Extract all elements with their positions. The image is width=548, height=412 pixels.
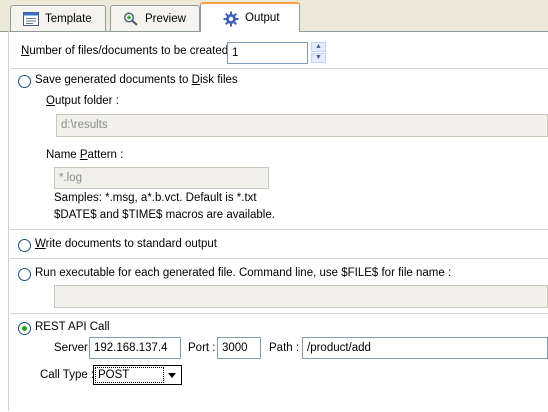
macros-hint: $DATE$ and $TIME$ macros are available. bbox=[54, 209, 275, 221]
chevron-down-icon[interactable] bbox=[164, 367, 180, 383]
stdout-radio[interactable] bbox=[18, 239, 31, 252]
spin-up-button[interactable]: ▲ bbox=[311, 42, 326, 52]
stdout-label[interactable]: Write documents to standard output bbox=[35, 238, 217, 250]
magnifier-icon bbox=[123, 11, 139, 26]
spin-down-button[interactable]: ▼ bbox=[311, 53, 326, 63]
call-type-label: Call Type : bbox=[40, 369, 95, 381]
tab-preview-label: Preview bbox=[145, 12, 186, 25]
tab-output[interactable]: Output bbox=[200, 2, 300, 32]
name-pattern-label: Name Pattern : bbox=[46, 149, 124, 161]
port-label: Port : bbox=[188, 342, 216, 354]
name-pattern-input[interactable]: *.log bbox=[54, 167, 269, 189]
rest-api-label[interactable]: REST API Call bbox=[35, 321, 110, 333]
pattern-samples-hint: Samples: *.msg, a*.b.vct. Default is *.t… bbox=[54, 192, 257, 204]
rest-api-radio[interactable] bbox=[18, 322, 31, 335]
tab-output-label: Output bbox=[245, 12, 280, 24]
run-executable-label[interactable]: Run executable for each generated file. … bbox=[35, 267, 451, 279]
separator bbox=[10, 258, 548, 259]
separator bbox=[10, 313, 548, 314]
server-input[interactable]: 192.168.137.4 bbox=[89, 337, 181, 359]
save-to-disk-label[interactable]: Save generated documents to Disk files bbox=[35, 74, 238, 86]
run-executable-radio[interactable] bbox=[18, 268, 31, 281]
tab-strip: Template Preview Output bbox=[0, 0, 548, 32]
gear-icon bbox=[223, 11, 239, 27]
output-folder-input[interactable]: d:\results bbox=[56, 114, 548, 137]
call-type-select[interactable]: POST bbox=[93, 365, 182, 385]
port-input[interactable]: 3000 bbox=[217, 337, 261, 359]
save-to-disk-radio[interactable] bbox=[18, 75, 31, 88]
tab-template[interactable]: Template bbox=[10, 5, 106, 31]
form-icon bbox=[23, 11, 39, 26]
command-line-input[interactable] bbox=[54, 285, 548, 308]
output-folder-label: Output folder : bbox=[46, 95, 119, 107]
tab-template-label: Template bbox=[45, 12, 92, 25]
path-label: Path : bbox=[269, 342, 300, 354]
path-input[interactable]: /product/add bbox=[302, 337, 548, 359]
separator bbox=[10, 229, 548, 230]
call-type-value: POST bbox=[95, 367, 164, 383]
file-count-label: Number of files/documents to be created … bbox=[21, 45, 235, 57]
file-count-input[interactable]: 1 bbox=[227, 42, 308, 64]
separator bbox=[10, 68, 548, 69]
tab-preview[interactable]: Preview bbox=[110, 5, 200, 31]
panel-left-border bbox=[8, 31, 9, 411]
